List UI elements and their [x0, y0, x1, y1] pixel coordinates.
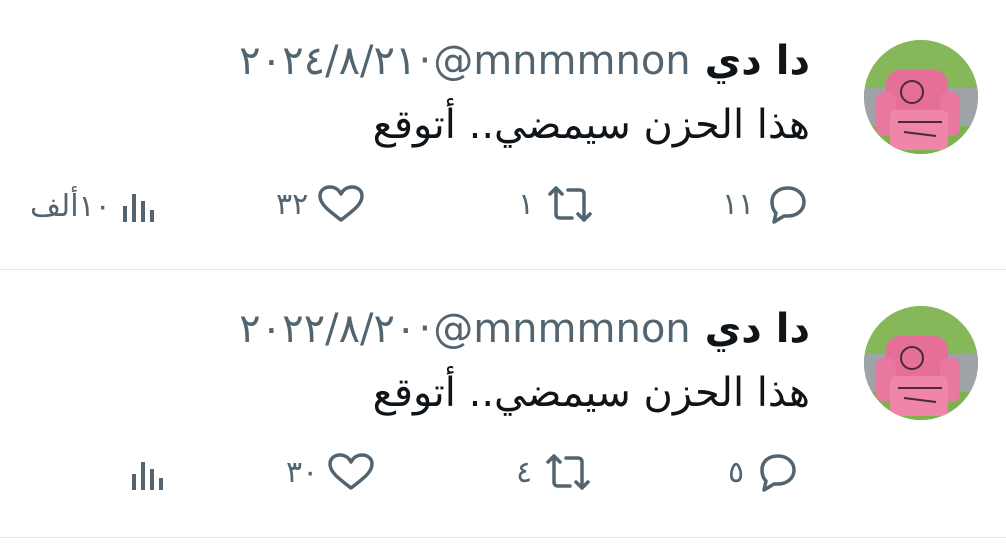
tweet-text: هذا الحزن سيمضي.. أتوقع	[372, 102, 810, 148]
like-count: ٣٢	[276, 186, 309, 222]
views-icon	[128, 454, 168, 494]
retweet-count: ١	[518, 186, 535, 222]
tweet[interactable]: دا دي @mnmmnon · ٢٠٢٤/٨/٢١ هذا الحزن سيم…	[0, 0, 1006, 270]
tweet-header: دا دي @mnmmnon · ٢٠٢٤/٨/٢١	[239, 38, 810, 88]
tweet-text: هذا الحزن سيمضي.. أتوقع	[372, 370, 810, 416]
tweet-date[interactable]: ٢٠٢٤/٨/٢١	[239, 38, 416, 84]
author-handle[interactable]: @mnmmnon	[433, 306, 690, 352]
retweet-count: ٤	[516, 454, 533, 490]
author-handle[interactable]: @mnmmnon	[433, 38, 690, 84]
avatar[interactable]	[864, 306, 978, 420]
views-button[interactable]	[120, 454, 168, 494]
views-button[interactable]: ١٠ألف	[30, 186, 159, 226]
reply-icon	[752, 452, 800, 492]
author-name[interactable]: دا دي	[705, 306, 810, 352]
retweet-button[interactable]: ١	[518, 184, 598, 224]
avatar[interactable]	[864, 40, 978, 154]
like-icon	[326, 452, 376, 492]
reply-count: ٥	[728, 454, 745, 490]
author-name[interactable]: دا دي	[705, 38, 810, 84]
like-button[interactable]: ٣٢	[276, 184, 366, 224]
tweet-divider	[0, 537, 1006, 538]
retweet-icon	[542, 184, 598, 224]
reply-button[interactable]: ١١	[722, 184, 810, 224]
reply-button[interactable]: ٥	[728, 452, 800, 492]
separator: ·	[418, 306, 432, 352]
separator: ·	[418, 38, 432, 84]
reply-count: ١١	[722, 186, 755, 222]
reply-icon	[762, 184, 810, 224]
like-count: ٣٠	[286, 454, 319, 490]
tweet[interactable]: دا دي @mnmmnon · ٢٠٢٢/٨/٢٠ هذا الحزن سيم…	[0, 270, 1006, 540]
views-count: ١٠ألف	[30, 188, 111, 224]
tweet-header: دا دي @mnmmnon · ٢٠٢٢/٨/٢٠	[239, 306, 810, 356]
like-button[interactable]: ٣٠	[286, 452, 376, 492]
retweet-button[interactable]: ٤	[516, 452, 596, 492]
tweet-date[interactable]: ٢٠٢٢/٨/٢٠	[239, 306, 416, 352]
retweet-icon	[540, 452, 596, 492]
views-icon	[119, 186, 159, 226]
like-icon	[316, 184, 366, 224]
